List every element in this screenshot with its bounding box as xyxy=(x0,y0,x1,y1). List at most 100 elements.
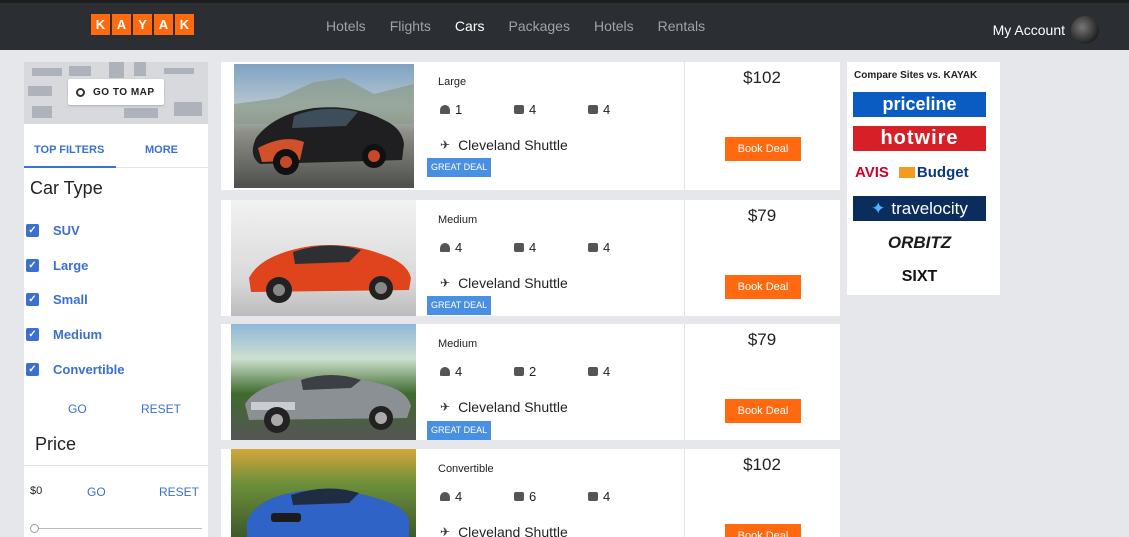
checkbox-checked-icon[interactable]: ✓ xyxy=(26,259,39,272)
result-card: Medium 4 4 4 ✈ Cleveland Shuttle GREAT D… xyxy=(221,200,840,316)
doors: 4 xyxy=(588,240,662,255)
checkbox-checked-icon[interactable]: ✓ xyxy=(26,363,39,376)
bags: 6 xyxy=(514,489,588,504)
pickup-location: ✈ Cleveland Shuttle xyxy=(440,524,568,537)
plane-icon: ✈ xyxy=(440,525,451,537)
avis-budget-logo[interactable]: AVIS Budget xyxy=(853,160,986,185)
book-deal-button[interactable]: Book Deal xyxy=(725,275,801,299)
price: $102 xyxy=(743,68,781,87)
checkbox-checked-icon[interactable]: ✓ xyxy=(26,224,39,237)
go-to-map-button[interactable]: GO TO MAP xyxy=(68,79,164,105)
car-specs: 4 6 4 xyxy=(440,489,662,504)
nav-hotels[interactable]: Hotels xyxy=(326,18,366,34)
result-card: Medium 4 2 4 ✈ Cleveland Shuttle GREAT D… xyxy=(221,324,840,440)
book-deal-button[interactable]: Book Deal xyxy=(725,137,801,161)
checkbox-checked-icon[interactable]: ✓ xyxy=(26,293,39,306)
travelocity-logo[interactable]: ✦ travelocity xyxy=(853,196,986,221)
price-heading: Price xyxy=(35,434,77,454)
priceline-logo[interactable]: priceline xyxy=(853,92,986,117)
bags: 4 xyxy=(514,102,588,117)
tab-more[interactable]: MORE xyxy=(145,144,178,156)
car-specs: 4 4 4 xyxy=(440,240,662,255)
map-block xyxy=(69,66,91,76)
car-illustration xyxy=(247,488,409,537)
car-type-suv[interactable]: ✓ SUV xyxy=(26,223,80,238)
car-type-go-button[interactable]: GO xyxy=(68,402,87,416)
book-deal-button[interactable]: Book Deal xyxy=(725,524,801,537)
car-image[interactable] xyxy=(231,324,416,440)
price-slider-handle[interactable] xyxy=(30,524,39,533)
map-block xyxy=(164,68,194,74)
map-block xyxy=(109,62,124,78)
car-size: Medium xyxy=(438,214,478,226)
result-card: Convertible 4 6 4 ✈ Cleveland Shuttle $1… xyxy=(221,449,840,537)
price-go-button[interactable]: GO xyxy=(87,485,106,499)
price-reset-button[interactable]: RESET xyxy=(159,485,199,499)
car-type-reset-button[interactable]: RESET xyxy=(141,402,181,416)
nav-packages[interactable]: Packages xyxy=(508,18,569,34)
bags: 4 xyxy=(514,240,588,255)
price: $102 xyxy=(743,455,781,474)
orbitz-logo[interactable]: ORBITZ xyxy=(853,230,986,255)
plane-icon: ✈ xyxy=(440,400,451,414)
price: $79 xyxy=(747,330,777,349)
person-icon xyxy=(440,367,450,376)
sixt-logo[interactable]: SIXT xyxy=(853,264,986,289)
budget-flag-icon xyxy=(898,167,915,178)
car-image[interactable] xyxy=(234,64,414,188)
door-icon xyxy=(588,367,598,376)
kayak-logo[interactable]: K A Y A K xyxy=(91,14,194,35)
location-pin-icon xyxy=(76,87,85,97)
car-size: Medium xyxy=(438,338,478,350)
price-slider-track[interactable] xyxy=(34,528,202,529)
tab-top-filters[interactable]: TOP FILTERS xyxy=(34,144,104,156)
passengers: 4 xyxy=(440,364,514,379)
car-type-large[interactable]: ✓ Large xyxy=(26,258,88,273)
price-min-value: $0 xyxy=(30,485,43,497)
doors: 4 xyxy=(588,102,662,117)
car-size: Large xyxy=(438,76,467,88)
compare-title: Compare Sites vs. KAYAK xyxy=(854,70,978,81)
hotwire-logo[interactable]: hotwire xyxy=(853,126,986,151)
door-icon xyxy=(588,243,598,252)
car-image[interactable] xyxy=(231,200,416,316)
pickup-location: ✈ Cleveland Shuttle xyxy=(440,275,568,291)
doors: 4 xyxy=(588,489,662,504)
checkbox-checked-icon[interactable]: ✓ xyxy=(26,328,39,341)
person-icon xyxy=(440,243,450,252)
car-specs: 1 4 4 xyxy=(440,102,662,117)
pickup-location: ✈ Cleveland Shuttle xyxy=(440,399,568,415)
nav-cars[interactable]: Cars xyxy=(455,18,485,34)
nav-rentals[interactable]: Rentals xyxy=(658,18,705,34)
map-block xyxy=(174,102,202,116)
car-illustration xyxy=(245,375,411,433)
great-deal-badge: GREAT DEAL xyxy=(427,158,492,177)
active-tab-indicator xyxy=(24,166,116,168)
car-type-convertible[interactable]: ✓ Convertible xyxy=(26,362,125,377)
account-label: My Account xyxy=(992,22,1065,38)
avatar xyxy=(1071,16,1099,44)
main-nav: Hotels Flights Cars Packages Hotels Rent… xyxy=(326,18,729,34)
person-icon xyxy=(440,105,450,114)
result-card: Large 1 4 4 ✈ Cleveland Shuttle GREAT DE… xyxy=(221,62,840,190)
bag-icon xyxy=(514,105,524,114)
plane-icon: ✈ xyxy=(440,276,451,290)
car-type-small[interactable]: ✓ Small xyxy=(26,292,88,307)
door-icon xyxy=(588,492,598,501)
car-specs: 4 2 4 xyxy=(440,364,662,379)
book-deal-button[interactable]: Book Deal xyxy=(725,399,801,423)
nav-hotels-2[interactable]: Hotels xyxy=(594,18,634,34)
car-type-heading: Car Type xyxy=(30,178,103,198)
map-block xyxy=(124,108,158,118)
account-menu[interactable]: My Account xyxy=(993,16,1099,44)
bag-icon xyxy=(514,243,524,252)
filter-tabs: TOP FILTERS MORE xyxy=(24,132,208,168)
bag-icon xyxy=(514,492,524,501)
passengers: 1 xyxy=(440,102,514,117)
car-image[interactable] xyxy=(231,449,416,537)
car-type-medium[interactable]: ✓ Medium xyxy=(26,327,102,342)
bags: 2 xyxy=(514,364,588,379)
pickup-location: ✈ Cleveland Shuttle xyxy=(440,137,568,153)
map-preview[interactable]: GO TO MAP xyxy=(24,62,208,124)
nav-flights[interactable]: Flights xyxy=(390,18,431,34)
